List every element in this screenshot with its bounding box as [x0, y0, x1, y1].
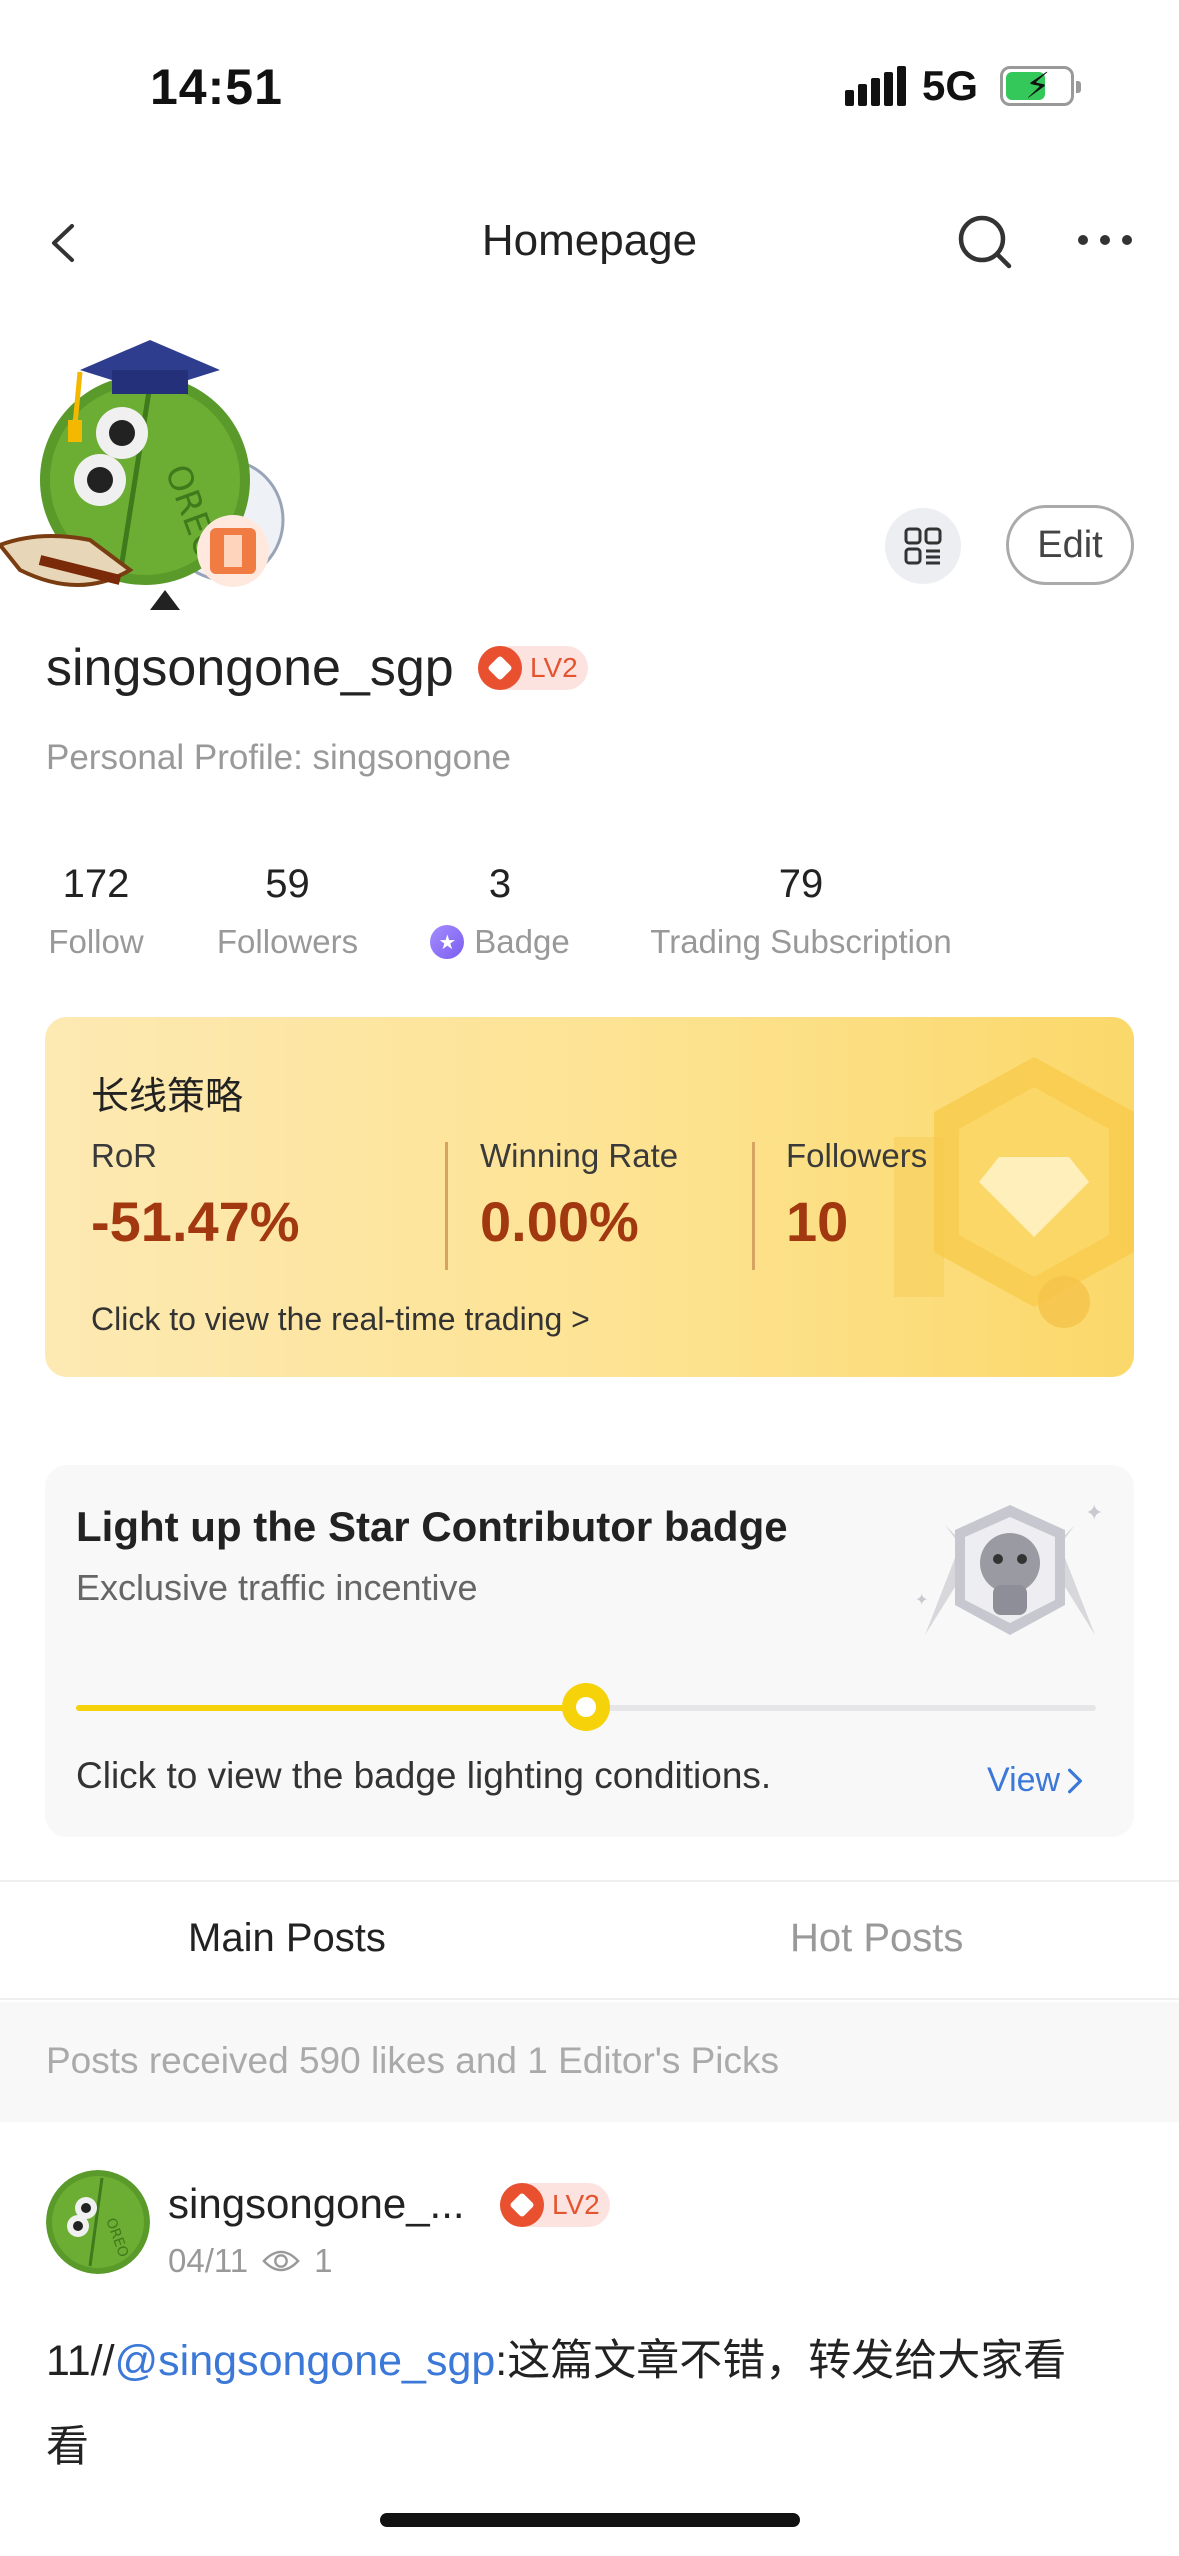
strategy-followers: Followers 10	[786, 1137, 927, 1254]
home-indicator[interactable]	[380, 2513, 800, 2527]
svg-text:✦: ✦	[1085, 1501, 1103, 1526]
post-author-name[interactable]: singsongone_...	[168, 2180, 465, 2228]
battery-icon: ⚡	[1000, 65, 1081, 106]
stat-value: 3	[488, 862, 512, 906]
badge-progress-marker	[562, 1683, 610, 1731]
posts-tab-bar: Main Posts Hot Posts	[0, 1880, 1179, 2000]
post-content[interactable]: 11//@singsongone_sgp:这篇文章不错，转发给大家看看	[46, 2318, 1136, 2490]
strategy-label: Followers	[786, 1137, 928, 1174]
post-date: 04/11	[168, 2242, 249, 2279]
diamond-medal-icon	[894, 1057, 1134, 1328]
status-time: 14:51	[150, 59, 283, 115]
badge-icon: ★	[430, 925, 465, 959]
stat-label: Followers	[216, 923, 359, 960]
view-label: View	[987, 1761, 1061, 1799]
badge-progress-track	[76, 1683, 1096, 1731]
level-icon	[500, 2183, 544, 2227]
strategy-value: 10	[786, 1190, 849, 1253]
post-meta: 04/11 1	[168, 2242, 333, 2280]
level-badge: LV2	[500, 2183, 610, 2227]
more-button[interactable]	[1075, 225, 1135, 255]
qr-code-button[interactable]	[885, 508, 961, 584]
search-icon	[958, 215, 1012, 269]
search-button[interactable]	[955, 212, 1015, 272]
stat-value: 59	[265, 862, 310, 906]
stat-value: 79	[778, 862, 824, 906]
eye-icon	[262, 2250, 300, 2272]
star-contributor-card[interactable]: Light up the Star Contributor badge Excl…	[45, 1465, 1134, 1837]
posts-summary-text: Posts received 590 likes and 1 Editor's …	[46, 2040, 780, 2081]
level-badge: LV2	[478, 646, 588, 690]
stat-followers[interactable]: 59 Followers	[210, 862, 365, 961]
avatar-image: OREO	[46, 2170, 150, 2274]
badge-conditions-text: Click to view the badge lighting conditi…	[76, 1755, 772, 1796]
strategy-ror: RoR -51.47%	[91, 1137, 300, 1254]
strategy-label: Winning Rate	[480, 1137, 679, 1174]
posts-summary: Posts received 590 likes and 1 Editor's …	[0, 2002, 1179, 2122]
chevron-right-icon	[1068, 1768, 1083, 1793]
post-views: 1	[314, 2242, 333, 2279]
strategy-card[interactable]: 长线策略 RoR -51.47% Winning Rate 0.00% Foll…	[45, 1017, 1134, 1377]
mention-link[interactable]: @singsongone_sgp	[115, 2337, 496, 2385]
edit-profile-button[interactable]: Edit	[1006, 505, 1134, 585]
strategy-value: 0.00%	[480, 1190, 639, 1253]
network-label: 5G	[922, 62, 979, 109]
stat-label: Follow	[48, 923, 144, 960]
tiger-medal-icon: ✦ ✦	[915, 1501, 1103, 1635]
avatar[interactable]: OREO	[0, 330, 300, 640]
stat-trading-subscription[interactable]: 79 Trading Subscription	[636, 862, 966, 961]
tab-main-posts[interactable]: Main Posts	[188, 1916, 386, 1961]
post-text: :这篇文章不错，转发给大家看	[495, 2337, 1067, 2385]
post-text-continued: 看	[46, 2423, 89, 2471]
stat-badge[interactable]: 3 ★ Badge	[425, 862, 575, 961]
qr-code-icon	[904, 527, 942, 565]
strategy-label: RoR	[91, 1137, 158, 1174]
username: singsongone_sgp	[46, 639, 454, 697]
personal-profile: Personal Profile: singsongone	[46, 738, 512, 777]
level-icon	[478, 646, 522, 690]
badge-card-title: Light up the Star Contributor badge	[76, 1503, 788, 1550]
badge-progress-fill	[76, 1705, 586, 1711]
more-icon	[1078, 235, 1132, 245]
strategy-value: -51.47%	[91, 1190, 300, 1253]
stat-follow[interactable]: 172 Follow	[46, 862, 146, 961]
post-prefix: 11//	[46, 2337, 115, 2385]
real-time-trading-link[interactable]: Click to view the real-time trading >	[91, 1301, 590, 1338]
post-author-avatar[interactable]: OREO	[46, 2170, 150, 2274]
level-text: LV2	[530, 652, 578, 683]
badge-card-subtitle: Exclusive traffic incentive	[76, 1567, 478, 1608]
stat-value: 172	[62, 862, 130, 906]
divider	[752, 1142, 755, 1270]
stat-label: Trading Subscription	[650, 923, 952, 960]
level-text: LV2	[552, 2189, 600, 2220]
signal-icon	[845, 66, 906, 106]
strategy-winning-rate: Winning Rate 0.00%	[480, 1137, 678, 1254]
tab-hot-posts[interactable]: Hot Posts	[790, 1916, 963, 1961]
svg-text:✦: ✦	[915, 1590, 928, 1609]
avatar-image: OREO	[0, 340, 285, 610]
stat-label: Badge	[474, 923, 570, 960]
divider	[445, 1142, 448, 1270]
view-conditions-link[interactable]: View	[987, 1761, 1084, 1800]
strategy-title: 长线策略	[91, 1076, 244, 1118]
